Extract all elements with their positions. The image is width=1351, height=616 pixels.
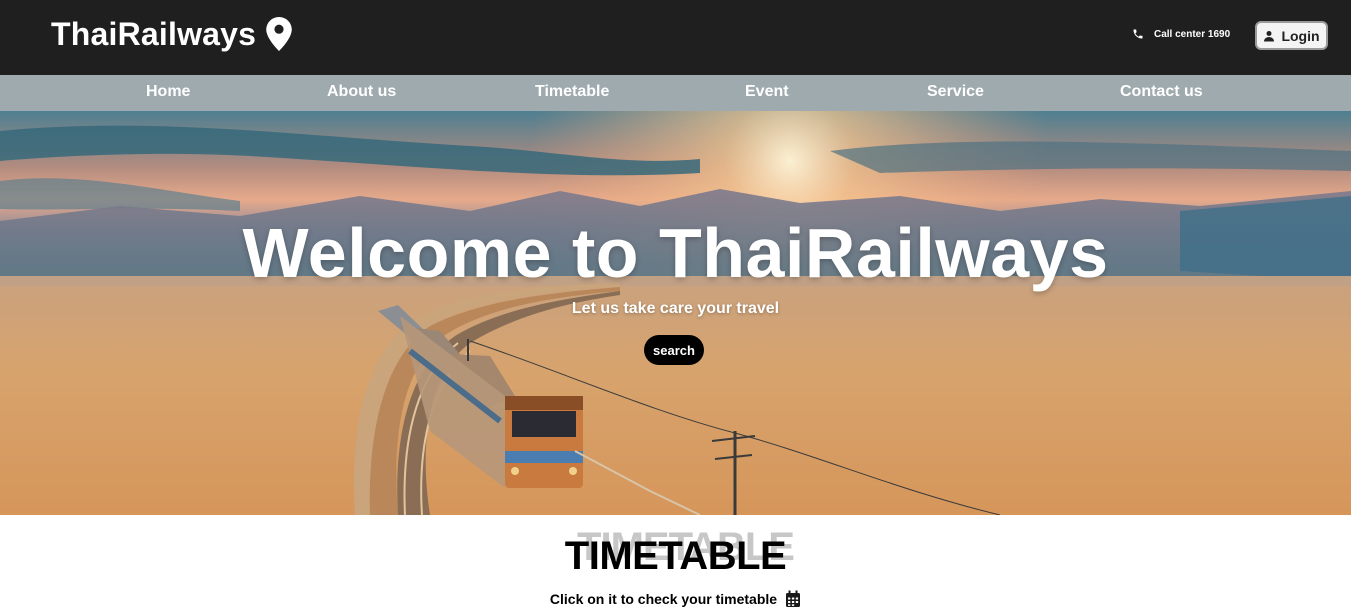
nav-item-contact-us[interactable]: Contact us [1120,75,1203,111]
hero-title: Welcome to ThaiRailways [242,214,1109,292]
hero-subtitle: Let us take care your travel [571,300,780,317]
timetable-hint-text: Click on it to check your timetable [549,591,778,607]
call-center[interactable]: Call center 1690 [1132,28,1230,40]
login-label: Login [1281,27,1320,44]
calendar-icon[interactable] [785,590,801,608]
main-nav: Home About us Timetable Event Service Co… [0,75,1351,111]
phone-icon [1133,29,1143,39]
search-button[interactable]: search [644,335,704,365]
login-button[interactable]: Login [1255,21,1328,50]
nav-item-home[interactable]: Home [146,75,190,111]
nav-item-service[interactable]: Service [927,75,984,111]
nav-item-timetable[interactable]: Timetable [535,75,609,111]
call-center-label: Call center 1690 [1154,28,1231,40]
hero-banner: Welcome to ThaiRailways Let us take care… [0,111,1351,515]
user-icon [1264,30,1275,41]
nav-item-about-us[interactable]: About us [327,75,396,111]
timetable-title: TIMETABLE [564,534,787,578]
top-header: ThaiRailways Call center 1690 Login [0,0,1351,75]
timetable-hint: Click on it to check your timetable [0,590,1351,608]
brand-logo[interactable]: ThaiRailways [51,14,292,54]
nav-item-event[interactable]: Event [745,75,789,111]
brand-name[interactable]: ThaiRailways [51,14,256,54]
map-pin-icon [266,17,292,51]
